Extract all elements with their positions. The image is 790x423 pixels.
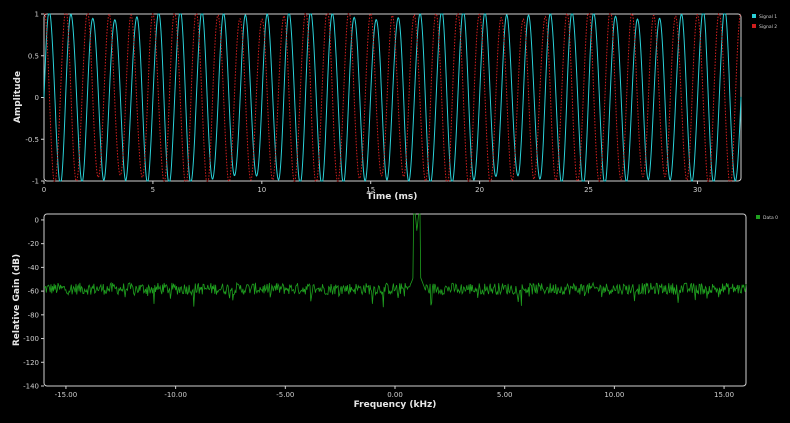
time-y-tick-label: 1 bbox=[35, 11, 39, 19]
freq-x-tick-label: 15.00 bbox=[714, 391, 734, 399]
freq-y-tick-label: -140 bbox=[23, 383, 39, 391]
freq-y-tick-label: 0 bbox=[35, 216, 39, 224]
time-x-tick-label: 5 bbox=[151, 186, 155, 194]
freq-y-tick-label: -120 bbox=[23, 359, 39, 367]
time-x-tick-label: 0 bbox=[42, 186, 46, 194]
chart-canvas: 0 5 10 15 20 25 30-1-0.500.51 Time (ms) Amplit… bbox=[12, 11, 778, 411]
freq-y-tick-label: -80 bbox=[28, 311, 39, 319]
time-y-tick-label: -0.5 bbox=[25, 136, 39, 144]
time-legend: Signal 1 Signal 2 bbox=[752, 14, 777, 30]
freq-y-tick-label: -100 bbox=[23, 335, 39, 343]
freq-y-tick-label: -20 bbox=[28, 240, 39, 248]
time-y-tick-label: 0 bbox=[35, 94, 39, 102]
time-y-tick-label: 0.5 bbox=[28, 52, 39, 60]
frequency-x-axis-label: Frequency (kHz) bbox=[354, 400, 437, 410]
legend-swatch bbox=[752, 14, 756, 18]
time-x-tick-label: 10 bbox=[257, 186, 266, 194]
freq-x-tick-label: -10.00 bbox=[164, 391, 187, 399]
time-x-tick-label: 25 bbox=[584, 186, 593, 194]
freq-x-tick-label: -15.00 bbox=[55, 391, 78, 399]
freq-y-tick-label: -60 bbox=[28, 288, 39, 296]
time-x-tick-label: 20 bbox=[475, 186, 484, 194]
freq-y-tick-label: -40 bbox=[28, 264, 39, 272]
time-y-tick-label: -1 bbox=[32, 178, 39, 186]
legend-swatch bbox=[756, 215, 760, 219]
legend-label: Signal 1 bbox=[759, 14, 777, 20]
app-window: 0 5 10 15 20 25 30 -1 -0.5 0 0.5 1 Time (ms) Amplit… bbox=[0, 0, 790, 419]
freq-x-tick-label: 0.00 bbox=[387, 391, 403, 399]
frequency-y-axis-label: Relative Gain (dB) bbox=[12, 254, 22, 346]
time-y-axis-label: Amplitude bbox=[13, 71, 23, 123]
time-x-tick-label: 30 bbox=[693, 186, 702, 194]
frequency-legend: Data 0 bbox=[756, 215, 778, 221]
freq-x-tick-label: 10.00 bbox=[604, 391, 624, 399]
legend-label: Data 0 bbox=[763, 215, 778, 221]
freq-x-tick-label: 5.00 bbox=[497, 391, 513, 399]
time-x-axis-label: Time (ms) bbox=[367, 192, 418, 202]
freq-x-tick-label: -5.00 bbox=[276, 391, 294, 399]
legend-swatch bbox=[752, 24, 756, 28]
legend-label: Signal 2 bbox=[759, 24, 777, 30]
plot-frame-frequency bbox=[43, 213, 747, 387]
